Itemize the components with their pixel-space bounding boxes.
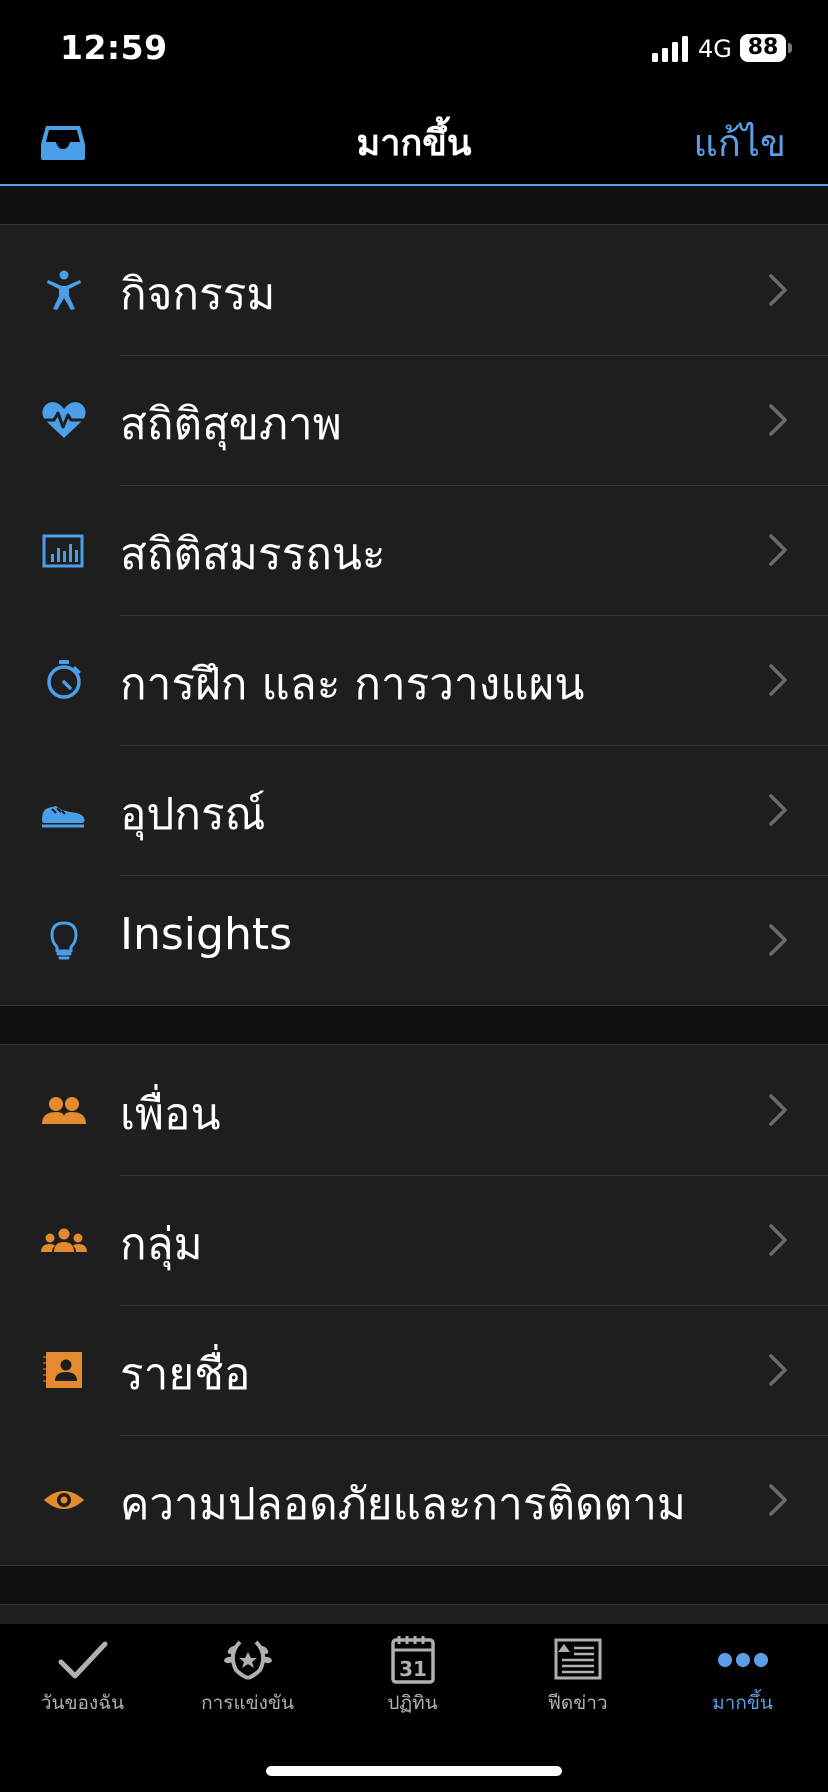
- chevron-right-icon: [769, 794, 787, 826]
- battery-level: 88: [740, 34, 786, 62]
- heart-rate-icon: [42, 402, 86, 438]
- chevron-right-icon: [769, 664, 787, 696]
- groups-icon: [41, 1228, 87, 1252]
- checkmark-icon: [58, 1641, 107, 1679]
- network-type: 4G: [698, 35, 732, 63]
- more-dots-icon: [717, 1653, 768, 1667]
- lightbulb-icon: [50, 921, 78, 960]
- chevron-right-icon: [769, 1354, 787, 1386]
- menu-item-label: การฝึก และ การวางแผน: [120, 659, 585, 710]
- menu-item-label: อุปกรณ์: [120, 789, 266, 840]
- chevron-right-icon: [769, 534, 787, 566]
- more-screen: 12:59 4G 88 มากขึ้น แก้ไข กิจกรรม สถิติส…: [0, 0, 828, 1792]
- cellular-signal-icon: [652, 36, 688, 62]
- chevron-right-icon: [769, 924, 787, 956]
- menu-item-activities[interactable]: กิจกรรม: [0, 225, 828, 355]
- menu-item-groups[interactable]: กลุ่ม: [0, 1175, 828, 1305]
- laurel-trophy-icon: [223, 1640, 272, 1680]
- calendar-day-number: 31: [399, 1657, 427, 1681]
- chevron-right-icon: [769, 1484, 787, 1516]
- tab-my-day[interactable]: วันของฉัน: [0, 1634, 165, 1734]
- menu-item-contacts[interactable]: รายชื่อ: [0, 1305, 828, 1435]
- chevron-right-icon: [769, 1224, 787, 1256]
- tab-label: การแข่งขัน: [201, 1692, 294, 1714]
- tab-label: ฟีดข่าว: [547, 1692, 608, 1714]
- chevron-right-icon: [769, 274, 787, 306]
- menu-item-label: รายชื่อ: [120, 1349, 251, 1400]
- menu-item-label: Insights: [120, 909, 293, 960]
- menu-section-training: กิจกรรม สถิติสุขภาพ สถิติสมรรถนะ การฝึก …: [0, 224, 828, 1006]
- home-indicator: [266, 1766, 562, 1776]
- tab-label: วันของฉัน: [40, 1692, 125, 1714]
- shoe-icon: [42, 806, 85, 828]
- tab-label: มากขึ้น: [712, 1692, 773, 1714]
- activity-person-icon: [47, 270, 81, 310]
- tab-more[interactable]: มากขึ้น: [660, 1634, 825, 1734]
- chevron-right-icon: [769, 1094, 787, 1126]
- menu-item-insights[interactable]: Insights: [0, 875, 828, 1005]
- menu-item-label: ความปลอดภัยและการติดตาม: [120, 1479, 686, 1530]
- menu-item-label: สถิติสมรรถนะ: [120, 529, 386, 580]
- edit-button[interactable]: แก้ไข: [693, 112, 786, 173]
- performance-chart-icon: [42, 534, 84, 568]
- menu-item-performance-stats[interactable]: สถิติสมรรถนะ: [0, 485, 828, 615]
- friends-icon: [42, 1097, 86, 1124]
- menu-item-friends[interactable]: เพื่อน: [0, 1045, 828, 1175]
- menu-item-safety-tracking[interactable]: ความปลอดภัยและการติดตาม: [0, 1435, 828, 1565]
- menu-item-label: กลุ่ม: [120, 1219, 203, 1270]
- menu-item-label: กิจกรรม: [120, 269, 276, 320]
- calendar-icon: 31: [390, 1636, 435, 1684]
- chevron-right-icon: [769, 404, 787, 436]
- menu-item-label: สถิติสุขภาพ: [120, 399, 342, 450]
- tab-label: ปฏิทิน: [387, 1692, 438, 1714]
- navigation-bar: มากขึ้น แก้ไข: [0, 96, 828, 186]
- battery-nub: [788, 43, 792, 53]
- tab-newsfeed[interactable]: ฟีดข่าว: [495, 1634, 660, 1734]
- menu-section-more: [0, 1604, 828, 1626]
- menu-item-gear[interactable]: อุปกรณ์: [0, 745, 828, 875]
- status-bar: 12:59 4G 88: [0, 0, 828, 96]
- tab-challenges[interactable]: การแข่งขัน: [165, 1634, 330, 1734]
- tab-calendar[interactable]: 31 ปฏิทิน: [330, 1634, 495, 1734]
- menu-item-training-planning[interactable]: การฝึก และ การวางแผน: [0, 615, 828, 745]
- contacts-book-icon: [43, 1352, 82, 1388]
- newsfeed-icon: [554, 1638, 601, 1680]
- menu-item-health-stats[interactable]: สถิติสุขภาพ: [0, 355, 828, 485]
- status-time: 12:59: [60, 28, 168, 67]
- stopwatch-icon: [47, 660, 81, 699]
- eye-icon: [44, 1491, 84, 1509]
- menu-item-label: เพื่อน: [120, 1089, 221, 1140]
- menu-section-social: เพื่อน กลุ่ม รายชื่อ ความปลอดภัยและการติ…: [0, 1044, 828, 1566]
